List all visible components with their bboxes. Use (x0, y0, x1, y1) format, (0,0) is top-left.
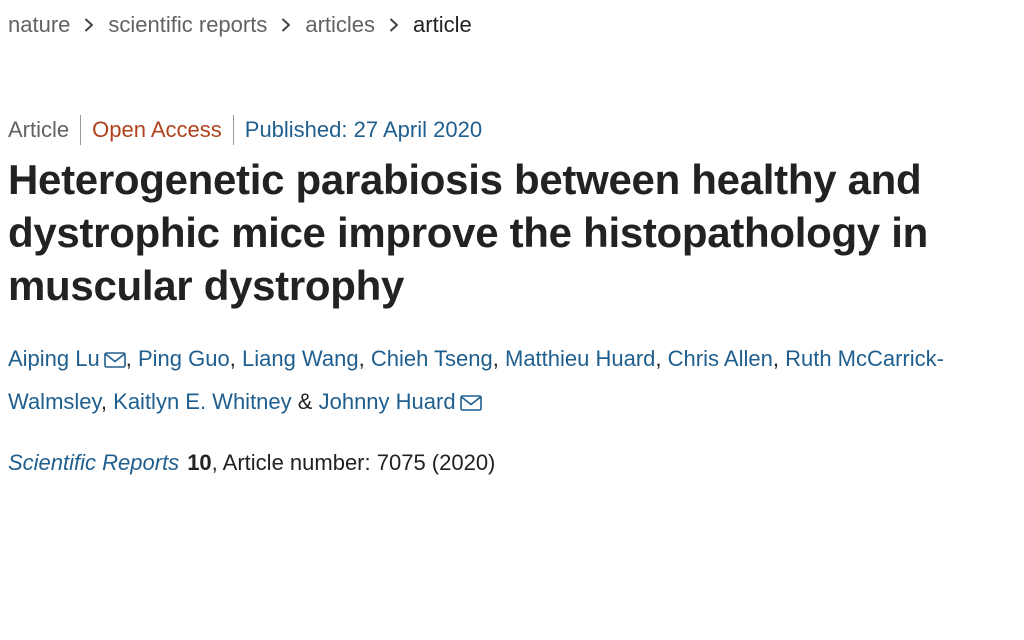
chevron-right-icon (70, 10, 108, 40)
author-ping-guo[interactable]: Ping Guo (138, 346, 230, 371)
author-liang-wang[interactable]: Liang Wang (242, 346, 359, 371)
breadcrumb-item-articles[interactable]: articles (305, 10, 375, 40)
breadcrumb-item-current: article (413, 12, 472, 37)
breadcrumb: nature scientific reports articles artic… (8, 10, 472, 40)
author-chris-allen[interactable]: Chris Allen (668, 346, 773, 371)
author-johnny-huard[interactable]: Johnny Huard (319, 389, 456, 414)
author-chieh-tseng[interactable]: Chieh Tseng (371, 346, 493, 371)
article-number: , Article number: 7075 (2020) (211, 450, 496, 475)
chevron-right-icon (375, 10, 413, 40)
meta-divider (232, 115, 234, 145)
author-aiping-lu[interactable]: Aiping Lu (8, 346, 100, 371)
author-separator: , (125, 346, 132, 371)
citation: Scientific Reports 10, Article number: 70… (8, 448, 495, 478)
article-page: nature scientific reports articles artic… (0, 0, 1024, 640)
article-title: Heterogenetic parabiosis between healthy… (8, 156, 928, 309)
author-separator: , (100, 389, 108, 414)
published-date: Published: 27 April 2020 (244, 117, 483, 142)
author-separator: , (492, 346, 499, 371)
author-list: Aiping Lu, Ping Guo, Liang Wang, Chieh T… (8, 338, 1018, 424)
author-separator: , (655, 346, 662, 371)
chevron-right-icon (267, 10, 305, 40)
envelope-icon[interactable] (103, 340, 126, 381)
author-separator: , (358, 346, 365, 371)
author-matthieu-huard[interactable]: Matthieu Huard (505, 346, 655, 371)
journal-link[interactable]: Scientific Reports (8, 450, 179, 475)
envelope-icon[interactable] (459, 383, 482, 424)
author-separator: , (229, 346, 236, 371)
author-kaitlyn-whitney[interactable]: Kaitlyn E. Whitney (113, 389, 292, 414)
open-access-badge: Open Access (92, 117, 222, 142)
volume-number: 10 (187, 450, 212, 475)
author-separator: , (772, 346, 779, 371)
meta-divider (80, 115, 82, 145)
article-type: Article (8, 117, 70, 142)
breadcrumb-item-nature[interactable]: nature (8, 10, 70, 40)
article-meta: Article Open Access Published: 27 April … (8, 115, 482, 145)
author-and: & (297, 389, 313, 414)
breadcrumb-item-scientific-reports[interactable]: scientific reports (108, 10, 267, 40)
